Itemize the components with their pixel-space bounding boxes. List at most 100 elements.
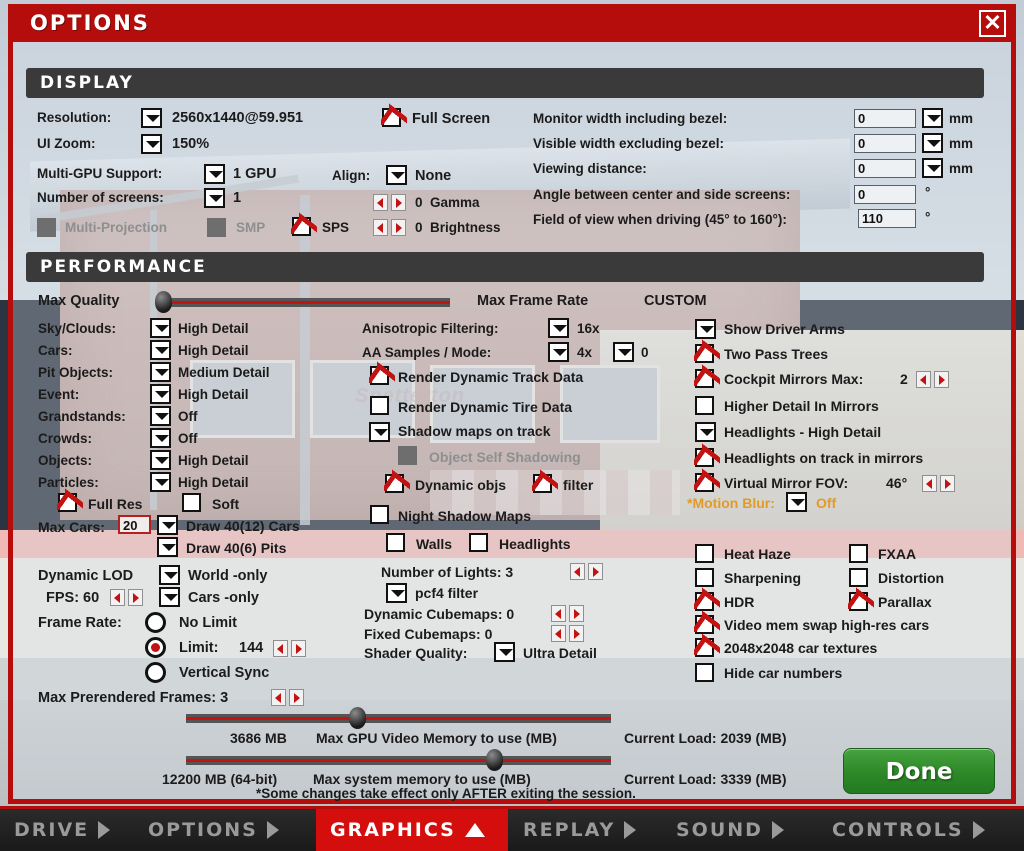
dynamic-objs-checkbox[interactable]: [385, 474, 404, 493]
gpu-memory-label: Max GPU Video Memory to use (MB): [316, 730, 557, 746]
brightness-spinner[interactable]: [373, 219, 407, 236]
nav-item-sound[interactable]: SOUND: [676, 809, 784, 851]
screens-dropdown[interactable]: [204, 188, 225, 208]
fps-spinner[interactable]: [110, 589, 144, 606]
cockpit-mirrors-spinner[interactable]: [916, 371, 950, 388]
headlights-high-detail-label: Headlights - High Detail: [724, 424, 881, 440]
nav-label-replay: REPLAY: [523, 819, 615, 841]
max-prerendered-spinner[interactable]: [271, 689, 305, 706]
shadow-filter-checkbox[interactable]: [533, 474, 552, 493]
walls-checkbox[interactable]: [386, 533, 405, 552]
row-dropdown-sky[interactable]: [150, 318, 171, 338]
max-cars-label: Max Cars:: [38, 519, 105, 535]
cockpit-mirrors-checkbox[interactable]: [695, 369, 714, 388]
viewing-distance-unit-dropdown[interactable]: [922, 158, 943, 178]
car-textures-checkbox[interactable]: [695, 638, 714, 657]
smp-label: SMP: [236, 220, 265, 236]
nav-item-graphics[interactable]: GRAPHICS: [316, 809, 508, 851]
aa-mode-dropdown[interactable]: [613, 342, 634, 362]
number-of-lights-spinner[interactable]: [570, 563, 604, 580]
dynamic-cubemaps-spinner[interactable]: [551, 605, 585, 622]
sharpening-checkbox[interactable]: [695, 568, 714, 587]
visible-width-input[interactable]: 0: [854, 134, 916, 153]
video-mem-swap-checkbox[interactable]: [695, 615, 714, 634]
aa-dropdown[interactable]: [548, 342, 569, 362]
full-screen-checkbox[interactable]: [382, 108, 401, 127]
pcf4-filter-dropdown[interactable]: [386, 583, 407, 603]
distortion-checkbox[interactable]: [849, 568, 868, 587]
show-driver-arms-label: Show Driver Arms: [724, 321, 845, 337]
headlights-shadow-checkbox[interactable]: [469, 533, 488, 552]
hide-car-numbers-checkbox[interactable]: [695, 663, 714, 682]
nav-item-controls[interactable]: CONTROLS: [832, 809, 985, 851]
fov-input[interactable]: 110: [858, 209, 916, 228]
max-frame-rate-label: Max Frame Rate: [477, 293, 588, 309]
done-button[interactable]: Done: [843, 748, 995, 794]
virtual-mirror-spinner[interactable]: [922, 475, 956, 492]
row-dropdown-grandstands[interactable]: [150, 406, 171, 426]
limit-spinner[interactable]: [273, 640, 307, 657]
headlights-high-detail-dropdown[interactable]: [695, 422, 716, 442]
no-limit-radio[interactable]: [145, 612, 166, 633]
system-memory-slider[interactable]: [186, 756, 611, 765]
draw-pits-dropdown[interactable]: [157, 537, 178, 557]
row-dropdown-event[interactable]: [150, 384, 171, 404]
nav-label-drive: DRIVE: [14, 819, 89, 841]
viewing-distance-input[interactable]: 0: [854, 159, 916, 178]
nav-item-replay[interactable]: REPLAY: [523, 809, 636, 851]
virtual-mirror-value: 46°: [886, 475, 907, 491]
soft-label: Soft: [212, 496, 239, 512]
monitor-width-unit-dropdown[interactable]: [922, 108, 943, 128]
render-dynamic-tire-data-checkbox[interactable]: [370, 396, 389, 415]
parallax-checkbox[interactable]: [849, 592, 868, 611]
resolution-dropdown[interactable]: [141, 108, 162, 128]
row-dropdown-crowds[interactable]: [150, 428, 171, 448]
max-cars-input[interactable]: 20: [118, 515, 151, 534]
night-shadow-maps-checkbox[interactable]: [370, 505, 389, 524]
screen-angle-input[interactable]: 0: [854, 185, 916, 204]
two-pass-trees-checkbox[interactable]: [695, 344, 714, 363]
hdr-checkbox[interactable]: [695, 592, 714, 611]
screens-label: Number of screens:: [37, 190, 164, 206]
row-dropdown-particles[interactable]: [150, 472, 171, 492]
motion-blur-dropdown[interactable]: [786, 492, 807, 512]
brightness-label: Brightness: [430, 220, 501, 236]
cars-only-dropdown[interactable]: [159, 587, 180, 607]
max-quality-slider[interactable]: [163, 298, 450, 307]
shadow-maps-dropdown[interactable]: [369, 422, 390, 442]
screens-value: 1: [233, 190, 241, 206]
fixed-cubemaps-spinner[interactable]: [551, 625, 585, 642]
headlights-mirrors-checkbox[interactable]: [695, 448, 714, 467]
monitor-width-input[interactable]: 0: [854, 109, 916, 128]
ui-zoom-dropdown[interactable]: [141, 134, 162, 154]
show-driver-arms-dropdown[interactable]: [695, 319, 716, 339]
row-dropdown-cars[interactable]: [150, 340, 171, 360]
multi-gpu-dropdown[interactable]: [204, 164, 225, 184]
draw-cars-dropdown[interactable]: [157, 515, 178, 535]
vsync-radio[interactable]: [145, 662, 166, 683]
full-res-checkbox[interactable]: [58, 493, 77, 512]
resolution-value: 2560x1440@59.951: [172, 110, 303, 126]
gamma-spinner[interactable]: [373, 194, 407, 211]
fxaa-checkbox[interactable]: [849, 544, 868, 563]
row-dropdown-pit[interactable]: [150, 362, 171, 382]
close-icon[interactable]: ✕: [979, 10, 1006, 37]
visible-width-unit-dropdown[interactable]: [922, 133, 943, 153]
higher-detail-mirrors-checkbox[interactable]: [695, 396, 714, 415]
shader-quality-dropdown[interactable]: [494, 642, 515, 662]
chevron-right-icon: [624, 821, 636, 839]
virtual-mirror-checkbox[interactable]: [695, 473, 714, 492]
limit-radio[interactable]: [145, 637, 166, 658]
screen-angle-label: Angle between center and side screens:: [533, 187, 790, 203]
align-dropdown[interactable]: [386, 165, 407, 185]
heat-haze-checkbox[interactable]: [695, 544, 714, 563]
nav-item-options[interactable]: OPTIONS: [148, 809, 279, 851]
render-dynamic-track-data-checkbox[interactable]: [370, 366, 389, 385]
sps-checkbox[interactable]: [292, 217, 311, 236]
aniso-dropdown[interactable]: [548, 318, 569, 338]
world-only-dropdown[interactable]: [159, 565, 180, 585]
nav-item-drive[interactable]: DRIVE: [14, 809, 110, 851]
row-dropdown-objects[interactable]: [150, 450, 171, 470]
gpu-memory-slider[interactable]: [186, 714, 611, 723]
soft-checkbox[interactable]: [182, 493, 201, 512]
